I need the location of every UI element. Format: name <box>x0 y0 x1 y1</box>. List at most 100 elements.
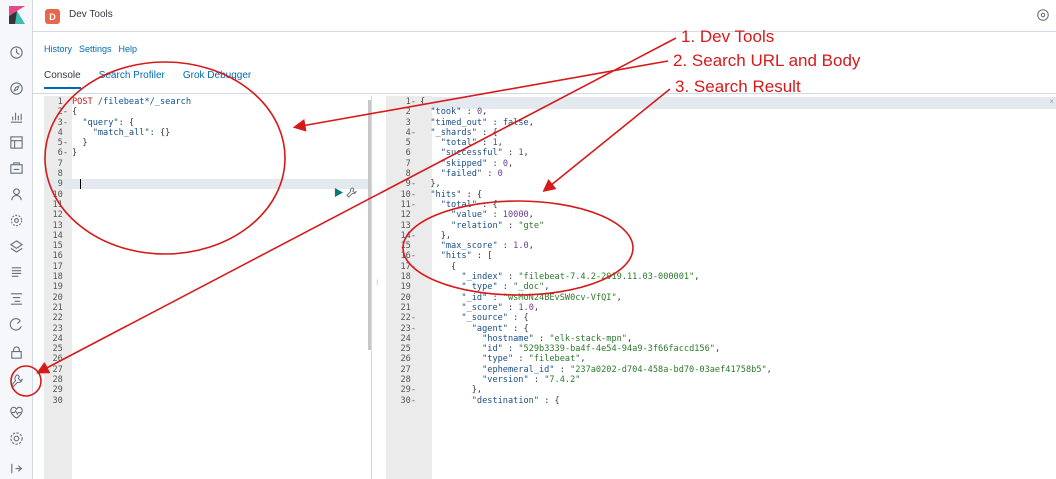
help-link[interactable]: Help <box>119 44 138 54</box>
request-line: 29 <box>46 385 191 395</box>
uptime-icon[interactable] <box>8 316 25 333</box>
pane-resizer[interactable] <box>371 96 380 479</box>
response-line: 2 "took" : 0, <box>386 107 772 117</box>
request-line: 9 <box>46 179 191 189</box>
clock-icon[interactable] <box>8 44 25 61</box>
code-text: "type" : "filebeat", <box>482 354 586 365</box>
line-number: 23- <box>400 323 416 334</box>
settings-link[interactable]: Settings <box>79 44 112 54</box>
line-number: 27 <box>52 364 68 375</box>
line-number: 18 <box>52 272 68 283</box>
line-number: 17 <box>52 261 68 272</box>
response-line: 10- "hits" : { <box>386 190 772 200</box>
history-link[interactable]: History <box>44 44 72 54</box>
line-number: 16- <box>400 251 416 262</box>
kibana-logo-icon[interactable] <box>9 6 25 24</box>
line-number: 24 <box>52 333 68 344</box>
code-text: }, <box>420 230 452 241</box>
request-line: 1 POST /filebeat*/_search <box>46 97 191 107</box>
infrastructure-icon[interactable] <box>8 238 25 255</box>
request-line: 18 <box>46 272 191 282</box>
text-cursor <box>80 179 81 189</box>
line-number: 29- <box>400 385 416 396</box>
request-line: 13 <box>46 221 191 231</box>
code-text: "_shards" : { <box>430 127 498 138</box>
response-line: 27 "ephemeral_id" : "237a0202-d704-458a-… <box>386 365 771 375</box>
tab-grok-debugger[interactable]: Grok Debugger <box>183 70 251 89</box>
request-line: 6-} <box>46 148 191 158</box>
response-line: 4- "_shards" : { <box>386 128 772 138</box>
response-line: 21 "_score" : 1.0, <box>386 303 772 313</box>
line-number: 3 <box>405 117 416 128</box>
code-text: }, <box>420 385 483 396</box>
management-icon[interactable] <box>8 430 25 447</box>
line-number: 16 <box>52 251 68 262</box>
line-number: 5- <box>57 138 68 149</box>
request-line: 3- "query": { <box>46 118 191 128</box>
close-icon[interactable]: × <box>1049 97 1054 106</box>
response-line: 12 "value" : 10000, <box>386 210 772 220</box>
ml-icon[interactable] <box>8 212 25 229</box>
response-line: 1- { <box>386 97 772 107</box>
line-number: 23 <box>52 323 68 334</box>
response-line: 22- "_source" : { <box>386 313 772 323</box>
request-line: 27 <box>46 365 191 375</box>
response-line: 18 "_index" : "filebeat-7.4.2-2019.11.03… <box>386 272 772 282</box>
code-text: "agent" : { <box>471 323 529 334</box>
canvas-icon[interactable] <box>8 160 25 177</box>
request-line: 2- { <box>46 107 191 117</box>
line-number: 1- <box>405 97 416 107</box>
response-line: 11- "total" : { <box>386 200 772 210</box>
code-text: "value" : 10000, <box>451 210 534 221</box>
tab-search-profiler[interactable]: Search Profiler <box>99 70 165 89</box>
line-number: 2 <box>405 107 416 118</box>
line-number: 19 <box>52 282 68 293</box>
siem-icon[interactable] <box>8 344 25 361</box>
line-number: 2- <box>57 107 68 118</box>
response-line: 14- }, <box>386 231 772 241</box>
code-text: "hits" : { <box>430 189 483 200</box>
code-text: }, <box>420 179 441 190</box>
play-icon[interactable] <box>334 188 343 197</box>
line-number: 6- <box>57 148 68 159</box>
line-number: 26 <box>400 354 416 365</box>
request-line: 25 <box>46 344 191 354</box>
line-number: 9 <box>57 179 68 190</box>
code-text: "id" : "529b3339-ba4f-4e54-94a9-3f66facc… <box>482 344 721 355</box>
visualize-icon[interactable] <box>8 108 25 125</box>
line-number: 25 <box>52 344 68 355</box>
apm-icon[interactable] <box>8 290 25 307</box>
line-number: 26 <box>52 354 68 365</box>
code-text: "hostname" : "elk-stack-mpn", <box>482 333 633 344</box>
users-icon[interactable] <box>8 186 25 203</box>
response-editor[interactable]: 1-{2 "took" : 0, 3 "timed_out" : false, 4-… <box>386 97 772 406</box>
logs-icon[interactable] <box>8 264 25 281</box>
wrench-icon[interactable] <box>346 187 357 198</box>
tab-console[interactable]: Console <box>44 70 81 89</box>
line-number: 24 <box>400 333 416 344</box>
monitoring-icon[interactable] <box>8 404 25 421</box>
request-editor[interactable]: 1 POST /filebeat*/_search 2-{3- "query": … <box>46 97 191 406</box>
line-number: 28 <box>400 375 416 386</box>
help-menu-icon[interactable] <box>1036 8 1050 22</box>
request-line: 28 <box>46 375 191 385</box>
code-text: "timed_out" : false, <box>430 117 534 128</box>
line-number: 30 <box>52 395 68 406</box>
code-text: } <box>72 148 78 159</box>
collapse-icon[interactable] <box>8 460 25 477</box>
dev-tools-icon[interactable] <box>8 372 25 389</box>
compass-icon[interactable] <box>8 80 25 97</box>
drag-handle-icon[interactable]: ⁝ <box>376 278 379 287</box>
line-number: 12 <box>52 210 68 221</box>
dev-tools-tabs: Console Search Profiler Grok Debugger <box>44 70 251 89</box>
request-line: 24 <box>46 334 191 344</box>
line-number: 22- <box>400 313 416 324</box>
top-bar: D Dev Tools <box>33 0 1056 32</box>
code-text: } <box>72 138 88 149</box>
request-line: 22 <box>46 313 191 323</box>
line-number: 13 <box>400 220 416 231</box>
response-line: 20 "_id" : "wsMoN24BEvSW0cv-VfQI", <box>386 293 772 303</box>
dashboard-icon[interactable] <box>8 134 25 151</box>
response-line: 5 "total" : 1, <box>386 138 772 148</box>
response-line: 6 "successful" : 1, <box>386 148 772 158</box>
